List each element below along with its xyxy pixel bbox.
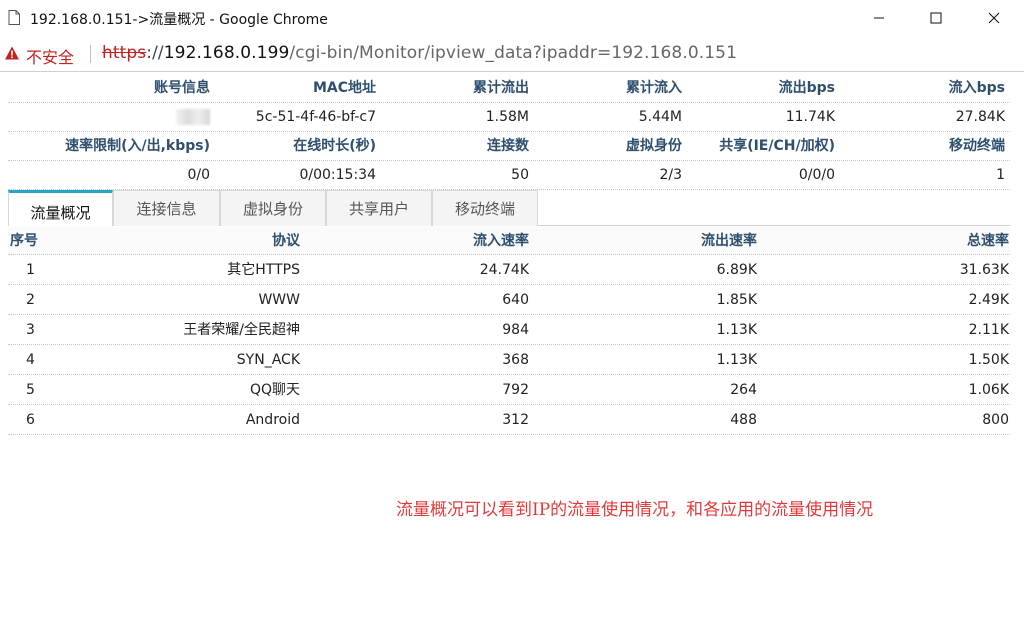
info-header-row-2: 速率限制(入/出,kbps) 在线时长(秒) 连接数 虚拟身份 共享(IE/CH… (8, 132, 1010, 161)
traffic-table: 序号 协议 流入速率 流出速率 总速率 1 其它HTTPS 24.74K 6.8… (8, 227, 1010, 435)
value-mobile-terminal: 1 (996, 167, 1005, 183)
info-header-row-1: 账号信息 MAC地址 累计流出 累计流入 流出bps 流入bps (8, 74, 1010, 103)
table-row: 6 Android 312 488 800 (8, 405, 1010, 435)
value-in-bps: 27.84K (955, 109, 1005, 125)
row-out-rate: 1.85K (716, 292, 757, 308)
row-out-rate: 1.13K (716, 322, 757, 338)
header-total-in: 累计流入 (626, 80, 682, 96)
row-out-rate: 1.13K (716, 352, 757, 368)
column-header-total-rate[interactable]: 总速率 (757, 227, 1009, 255)
row-total-rate: 2.11K (968, 322, 1009, 338)
row-protocol: 王者荣耀/全民超神 (183, 322, 300, 338)
value-rate-limit: 0/0 (187, 167, 210, 183)
column-header-index[interactable]: 序号 (10, 227, 50, 255)
row-total-rate: 31.63K (959, 262, 1009, 278)
security-label[interactable]: 不安全 (26, 44, 74, 68)
tab-traffic-overview[interactable]: 流量概况 (8, 190, 113, 226)
row-index: 3 (26, 322, 35, 338)
row-index: 1 (26, 262, 35, 278)
row-protocol: Android (245, 412, 300, 428)
ip-info-grid: 账号信息 MAC地址 累计流出 累计流入 流出bps 流入bps 5c-51-4… (8, 74, 1010, 190)
row-protocol: QQ聊天 (249, 382, 300, 398)
row-out-rate: 488 (730, 412, 757, 428)
value-sharing: 0/0/0 (798, 167, 835, 183)
page-icon (8, 10, 20, 25)
header-total-out: 累计流出 (473, 80, 529, 96)
header-account-info: 账号信息 (154, 80, 210, 96)
minimize-button[interactable] (856, 0, 902, 36)
title-bar: 192.168.0.151->流量概况 - Google Chrome (0, 0, 1024, 36)
tab-virtual-identity[interactable]: 虚拟身份 (220, 190, 326, 226)
row-protocol: SYN_ACK (236, 352, 300, 368)
url-host: 192.168.0.199 (163, 43, 290, 63)
row-in-rate: 792 (502, 382, 529, 398)
row-total-rate: 800 (982, 412, 1009, 428)
row-protocol: WWW (258, 292, 300, 308)
table-row: 5 QQ聊天 792 264 1.06K (8, 375, 1010, 405)
value-online-duration: 0/00:15:34 (299, 167, 376, 183)
row-total-rate: 1.06K (968, 382, 1009, 398)
url-path: /cgi-bin/Monitor/ipview_data?ipaddr=192.… (289, 43, 738, 63)
url-field[interactable]: https://192.168.0.199/cgi-bin/Monitor/ip… (102, 43, 737, 63)
row-index: 5 (26, 382, 35, 398)
tab-bar: 流量概况 连接信息 虚拟身份 共享用户 移动终端 (8, 190, 1010, 226)
row-out-rate: 264 (730, 382, 757, 398)
row-index: 6 (26, 412, 35, 428)
tab-mobile-terminal[interactable]: 移动终端 (432, 190, 538, 226)
close-button[interactable] (971, 0, 1017, 36)
value-virtual-identity: 2/3 (659, 167, 682, 183)
info-value-row-2: 0/0 0/00:15:34 50 2/3 0/0/0 1 (8, 161, 1010, 190)
row-in-rate: 368 (502, 352, 529, 368)
table-row: 4 SYN_ACK 368 1.13K 1.50K (8, 345, 1010, 375)
header-mac-address: MAC地址 (312, 80, 376, 96)
value-total-in: 5.44M (638, 109, 682, 125)
url-scheme: https (102, 43, 147, 63)
value-total-out: 1.58M (485, 109, 529, 125)
window-title: 192.168.0.151->流量概况 - Google Chrome (30, 12, 328, 28)
address-bar[interactable]: 不安全 https://192.168.0.199/cgi-bin/Monito… (0, 36, 1024, 72)
header-mobile-terminal: 移动终端 (949, 138, 1005, 154)
url-separator: :// (146, 43, 164, 63)
row-in-rate: 984 (502, 322, 529, 338)
close-icon (988, 12, 1000, 24)
row-in-rate: 640 (502, 292, 529, 308)
redacted-account (176, 109, 210, 125)
value-out-bps: 11.74K (785, 109, 835, 125)
row-total-rate: 1.50K (968, 352, 1009, 368)
table-row: 3 王者荣耀/全民超神 984 1.13K 2.11K (8, 315, 1010, 345)
row-in-rate: 312 (502, 412, 529, 428)
address-divider (90, 45, 91, 63)
row-total-rate: 2.49K (968, 292, 1009, 308)
row-index: 4 (26, 352, 35, 368)
value-account-info (8, 103, 210, 132)
header-rate-limit: 速率限制(入/出,kbps) (65, 138, 210, 154)
header-online-duration: 在线时长(秒) (293, 138, 376, 154)
tab-shared-users[interactable]: 共享用户 (326, 190, 432, 226)
annotation-note: 流量概况可以看到IP的流量使用情况，和各应用的流量使用情况 (396, 500, 874, 520)
info-value-row-1: 5c-51-4f-46-bf-c7 1.58M 5.44M 11.74K 27.… (8, 103, 1010, 132)
table-row: 1 其它HTTPS 24.74K 6.89K 31.63K (8, 255, 1010, 285)
maximize-button[interactable] (913, 0, 959, 36)
value-mac-address: 5c-51-4f-46-bf-c7 (255, 109, 376, 125)
header-in-bps: 流入bps (948, 80, 1005, 96)
minimize-icon (874, 17, 884, 19)
row-protocol: 其它HTTPS (227, 262, 300, 278)
row-index: 2 (26, 292, 35, 308)
value-connections: 50 (511, 167, 529, 183)
warning-icon[interactable] (4, 45, 20, 61)
table-row: 2 WWW 640 1.85K 2.49K (8, 285, 1010, 315)
column-header-out-rate[interactable]: 流出速率 (529, 227, 757, 255)
row-in-rate: 24.74K (479, 262, 529, 278)
tab-connection-info[interactable]: 连接信息 (113, 190, 220, 226)
header-out-bps: 流出bps (778, 80, 835, 96)
column-header-in-rate[interactable]: 流入速率 (300, 227, 529, 255)
column-header-protocol[interactable]: 协议 (68, 227, 300, 255)
table-header-row: 序号 协议 流入速率 流出速率 总速率 (8, 227, 1010, 255)
row-out-rate: 6.89K (716, 262, 757, 278)
header-connections: 连接数 (487, 138, 529, 154)
header-virtual-identity: 虚拟身份 (626, 138, 682, 154)
maximize-icon (930, 12, 942, 24)
header-sharing: 共享(IE/CH/加权) (719, 138, 835, 154)
